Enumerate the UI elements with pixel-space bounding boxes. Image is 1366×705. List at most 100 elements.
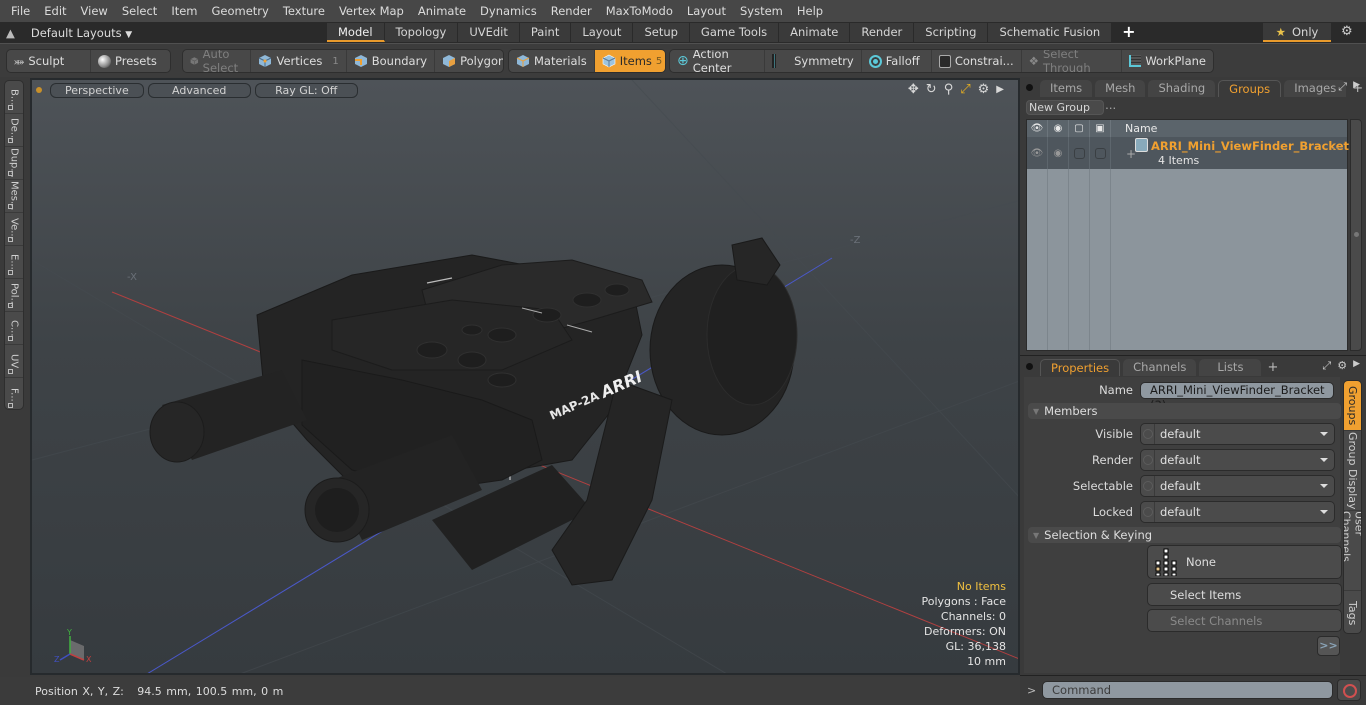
panel-handle-icon[interactable] (1026, 84, 1033, 91)
visibility-eye-icon[interactable]: 👁 (1027, 120, 1048, 137)
tab-uvedit[interactable]: UVEdit (458, 23, 520, 42)
more-button[interactable]: >> (1317, 636, 1340, 656)
vertices-button[interactable]: Vertices 1 (251, 50, 347, 72)
tab-images[interactable]: Images (1284, 80, 1347, 97)
tab-model[interactable]: Model (327, 23, 385, 42)
tab-animate[interactable]: Animate (779, 23, 851, 42)
presets-button[interactable]: Presets (91, 50, 164, 72)
viewport-gear-icon[interactable]: ⚙ (978, 82, 990, 97)
viewport-menu-arrow-icon[interactable]: ▶ (996, 84, 1004, 95)
gear-icon[interactable]: ⚙ (1341, 24, 1353, 39)
tab-groups[interactable]: Groups (1218, 80, 1282, 97)
select-channels-button[interactable]: Select Channels (1147, 609, 1342, 632)
boundary-button[interactable]: Boundary (347, 50, 436, 72)
raygl-toggle[interactable]: Ray GL: Off (254, 82, 358, 98)
keying-none-button[interactable]: None (1147, 545, 1342, 579)
tab-mesh[interactable]: Mesh ... (1095, 80, 1146, 112)
left-tab-deform[interactable]: De... (5, 114, 23, 147)
command-input[interactable]: Command (1042, 681, 1333, 699)
render-camera-icon[interactable]: ◉ (1048, 120, 1069, 137)
3d-viewport[interactable]: -X -Z MAP-2A ARRI Y X Z Perspective Adva… (30, 78, 1020, 675)
move-view-icon[interactable]: ✥ (908, 82, 919, 97)
menu-texture[interactable]: Texture (276, 0, 332, 22)
group-row[interactable]: 👁 ◉ + ARRI_Mini_ViewFinder_Bracket 4 Ite… (1027, 137, 1349, 169)
groups-list-scrollbar[interactable] (1350, 119, 1362, 351)
left-tab-polygon[interactable]: Pol... (5, 279, 23, 312)
tab-scripting[interactable]: Scripting (914, 23, 989, 42)
maximize-view-icon[interactable]: ⤢ (960, 82, 970, 97)
menu-edit[interactable]: Edit (37, 0, 73, 22)
left-tab-mesh-edit[interactable]: Mes... (5, 180, 23, 213)
side-tab-user-channels[interactable]: User Channels (1344, 511, 1361, 591)
properties-handle-icon[interactable] (1026, 363, 1033, 370)
lock-cube-icon[interactable]: ▢ (1069, 120, 1090, 137)
select-cube-icon[interactable]: ▣ (1090, 120, 1111, 137)
menu-dynamics[interactable]: Dynamics (473, 0, 544, 22)
render-select[interactable]: default (1140, 449, 1335, 471)
constraints-button[interactable]: Constrai... (932, 50, 1022, 72)
tab-paint[interactable]: Paint (519, 23, 572, 42)
tab-shading[interactable]: Shading (1148, 80, 1216, 97)
members-section-header[interactable]: ▼ Members (1028, 403, 1341, 419)
tab-lists[interactable]: Lists (1199, 359, 1262, 376)
tab-properties[interactable]: Properties (1040, 359, 1121, 376)
falloff-button[interactable]: Falloff (862, 50, 932, 72)
menu-view[interactable]: View (74, 0, 115, 22)
locked-select[interactable]: default (1140, 501, 1335, 523)
tab-game-tools[interactable]: Game Tools (689, 23, 780, 42)
rotate-view-icon[interactable]: ↻ (926, 82, 937, 97)
select-through-button[interactable]: ❖ Select Through (1022, 50, 1123, 72)
polygons-button[interactable]: Polygons (435, 50, 503, 72)
tab-channels[interactable]: Channels (1123, 359, 1197, 376)
shading-dropdown[interactable]: Advanced (147, 82, 251, 98)
menu-vertex-map[interactable]: Vertex Map (332, 0, 411, 22)
row-select-checkbox[interactable] (1090, 137, 1111, 169)
menu-render[interactable]: Render (544, 0, 599, 22)
menu-geometry[interactable]: Geometry (205, 0, 276, 22)
expand-panel-icon[interactable]: ⤢ (1338, 80, 1347, 94)
view-mode-dropdown[interactable]: Perspective (50, 82, 144, 98)
layout-selector[interactable]: ▲ Default Layouts ▼ (6, 24, 132, 41)
menu-item[interactable]: Item (164, 0, 204, 22)
tab-setup[interactable]: Setup (633, 23, 690, 42)
visible-select[interactable]: default (1140, 423, 1335, 445)
auto-select-button[interactable]: Auto Select (183, 50, 252, 72)
left-tab-vertex[interactable]: Ve... (5, 213, 23, 246)
expand-properties-icon[interactable]: ⤢ (1322, 359, 1331, 373)
viewport-indicator-dot[interactable] (36, 87, 42, 93)
left-tab-fusion[interactable]: F... (5, 378, 23, 411)
tab-topology[interactable]: Topology (384, 23, 459, 42)
tab-layout[interactable]: Layout (571, 23, 634, 42)
side-tab-group-display[interactable]: Group Display (1344, 431, 1361, 511)
menu-file[interactable]: File (4, 0, 37, 22)
selection-keying-section-header[interactable]: ▼ Selection & Keying (1028, 527, 1341, 543)
new-group-button[interactable]: New Group (1026, 100, 1104, 115)
left-tab-uv[interactable]: UV (5, 345, 23, 378)
side-tab-tags[interactable]: Tags (1344, 591, 1361, 633)
menu-help[interactable]: Help (790, 0, 830, 22)
only-toggle[interactable]: ★ Only (1263, 23, 1331, 42)
workplane-button[interactable]: WorkPlane (1122, 50, 1213, 72)
add-tab-plus-icon[interactable]: + (1112, 23, 1145, 42)
menu-maxtomodo[interactable]: MaxToModo (599, 0, 680, 22)
action-center-button[interactable]: ⊕ Action Center (670, 50, 765, 72)
panel-menu-arrow-icon[interactable]: ▶ (1353, 80, 1360, 94)
materials-button[interactable]: Materials (509, 50, 595, 72)
properties-menu-arrow-icon[interactable]: ▶ (1353, 359, 1360, 373)
tab-items[interactable]: Items (1040, 80, 1093, 97)
menu-layout[interactable]: Layout (680, 0, 733, 22)
tab-schematic-fusion[interactable]: Schematic Fusion (988, 23, 1113, 42)
side-tab-groups[interactable]: Groups (1344, 381, 1361, 431)
record-macro-button[interactable] (1337, 679, 1361, 701)
menu-select[interactable]: Select (115, 0, 164, 22)
left-tab-curve[interactable]: C... (5, 312, 23, 345)
row-lock-checkbox[interactable] (1069, 137, 1090, 169)
items-button[interactable]: Items 5 (594, 50, 665, 72)
symmetry-button[interactable]: Symmetry (765, 50, 862, 72)
row-render-camera-icon[interactable]: ◉ (1048, 137, 1069, 169)
select-items-button[interactable]: Select Items (1147, 583, 1342, 606)
row-visibility-eye-icon[interactable]: 👁 (1027, 137, 1048, 169)
zoom-view-icon[interactable]: ⚲ (944, 82, 954, 97)
left-tab-edge[interactable]: E... (5, 246, 23, 279)
properties-gear-icon[interactable]: ⚙ (1337, 359, 1347, 373)
